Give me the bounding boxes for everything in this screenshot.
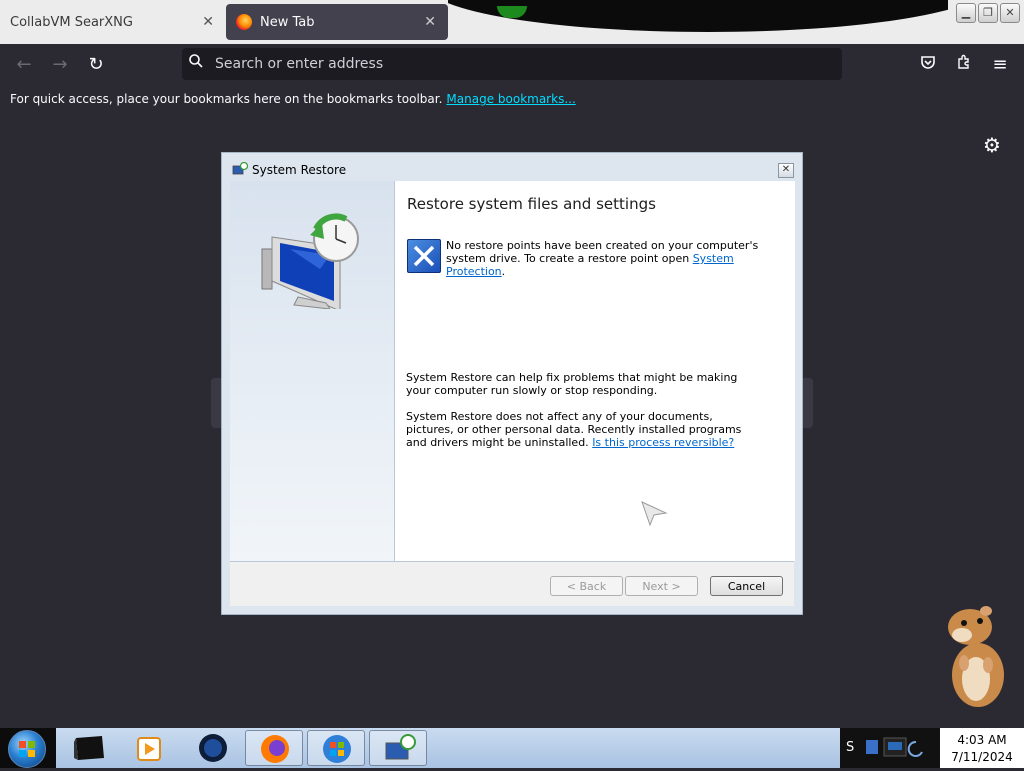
dialog-heading: Restore system files and settings <box>407 195 656 213</box>
system-clock[interactable]: 4:03 AM 7/11/2024 <box>940 728 1024 768</box>
system-restore-dialog: System Restore ✕ Restore system files an… <box>221 152 803 615</box>
info-paragraph-1: System Restore can help fix problems tha… <box>406 371 738 397</box>
back-button[interactable]: < Back <box>550 576 623 596</box>
next-button[interactable]: Next > <box>625 576 698 596</box>
dialog-title: System Restore <box>252 163 347 177</box>
system-tray: S <box>840 728 940 768</box>
back-arrow-icon[interactable]: ← <box>13 54 35 76</box>
clock-time: 4:03 AM <box>957 733 1007 747</box>
tab-collabvm-searxng[interactable]: CollabVM SearXNG ✕ <box>0 0 226 44</box>
manage-bookmarks-link[interactable]: Manage bookmarks... <box>446 92 575 106</box>
tab-strip: CollabVM SearXNG ✕ New Tab ✕ ▁ ❐ ✕ <box>0 0 1024 44</box>
taskbar-windows-icon[interactable] <box>307 730 365 766</box>
taskbar-system-restore-icon[interactable] <box>369 730 427 766</box>
reversible-link[interactable]: Is this process reversible? <box>592 436 734 449</box>
no-restore-points-message: No restore points have been created on y… <box>446 239 759 278</box>
address-bar[interactable]: Search or enter address <box>182 48 842 80</box>
dialog-footer: < Back Next > Cancel <box>230 562 794 606</box>
tab-new-tab[interactable]: New Tab ✕ <box>226 4 448 40</box>
tray-app-icon[interactable] <box>862 734 932 764</box>
dialog-side-panel <box>230 181 394 561</box>
clock-date: 7/11/2024 <box>951 750 1013 764</box>
pocket-icon[interactable] <box>917 54 939 76</box>
extensions-icon[interactable] <box>953 54 975 76</box>
dialog-content: Restore system files and settings No res… <box>394 181 795 561</box>
mouse-cursor-icon <box>641 501 668 527</box>
tab-label: New Tab <box>260 14 315 30</box>
taskbar-firefox-icon[interactable] <box>245 730 303 766</box>
minimize-icon[interactable]: ▁ <box>956 3 976 23</box>
start-button[interactable] <box>8 730 46 768</box>
window-controls: ▁ ❐ ✕ <box>956 3 1020 23</box>
firefox-icon <box>236 14 252 30</box>
forward-arrow-icon[interactable]: → <box>49 54 71 76</box>
restore-icon[interactable]: ❐ <box>978 3 998 23</box>
close-icon[interactable]: ✕ <box>778 163 794 178</box>
address-placeholder: Search or enter address <box>215 56 384 72</box>
cancel-button[interactable]: Cancel <box>710 576 783 596</box>
close-tab-icon[interactable]: ✕ <box>202 14 214 30</box>
taskbar-media-player-icon[interactable] <box>120 730 178 766</box>
tray-text: S <box>846 740 855 755</box>
bookmarks-hint: For quick access, place your bookmarks h… <box>10 92 443 106</box>
page-edge-shape <box>211 378 221 428</box>
bookmarks-toolbar: For quick access, place your bookmarks h… <box>0 86 1024 112</box>
info-paragraph-2: System Restore does not affect any of yo… <box>406 410 742 449</box>
close-tab-icon[interactable]: ✕ <box>424 14 436 30</box>
monitor-clock-icon <box>261 213 359 309</box>
close-window-icon[interactable]: ✕ <box>1000 3 1020 23</box>
taskbar: S 4:03 AM 7/11/2024 <box>0 728 1024 768</box>
system-restore-icon <box>232 162 248 175</box>
start-area <box>0 728 56 768</box>
error-x-icon <box>407 239 441 273</box>
page-edge-shape <box>803 378 813 428</box>
tab-label: CollabVM SearXNG <box>10 14 133 30</box>
reload-icon[interactable]: ↻ <box>85 54 107 76</box>
gear-icon[interactable]: ⚙ <box>983 133 1001 157</box>
search-icon <box>188 53 204 73</box>
menu-icon[interactable]: ≡ <box>989 54 1011 76</box>
hamster-image <box>948 606 1004 707</box>
taskbar-cmd-icon[interactable] <box>60 730 118 766</box>
taskbar-network-icon[interactable] <box>184 730 242 766</box>
